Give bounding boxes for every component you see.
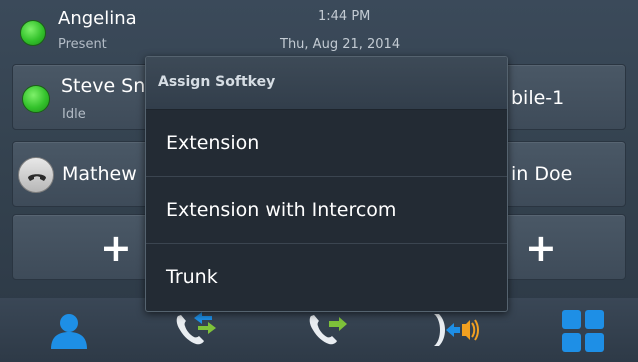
presence-available-icon	[20, 20, 46, 46]
menu-item-label: Trunk	[166, 266, 218, 288]
dialog-title-bar: Assign Softkey	[146, 57, 507, 110]
presence-available-icon	[22, 85, 50, 113]
contacts-icon[interactable]	[48, 312, 90, 354]
line-key-name: Mathew	[62, 163, 137, 185]
menu-item-label: Extension	[166, 132, 260, 154]
transfer-call-icon[interactable]	[172, 310, 220, 354]
intercom-icon[interactable]	[430, 310, 480, 354]
clock-time: 1:44 PM	[318, 9, 371, 24]
line-key-status: Idle	[62, 107, 86, 122]
forward-call-icon[interactable]	[305, 310, 349, 354]
line-key-1[interactable]: Steve Sn Idle	[12, 64, 152, 130]
menu-item-trunk[interactable]: Trunk	[146, 245, 507, 311]
user-name: Angelina	[58, 8, 137, 29]
line-key-2[interactable]: Mathew	[12, 141, 152, 207]
on-call-handset-icon	[18, 157, 54, 193]
menu-item-extension-with-intercom[interactable]: Extension with Intercom	[146, 178, 507, 244]
clock-date: Thu, Aug 21, 2014	[280, 37, 401, 52]
line-key-name: Steve Sn	[61, 75, 146, 97]
add-icon: +	[100, 226, 132, 270]
line-key-3-add[interactable]: +	[12, 214, 152, 280]
line-key-name: in Doe	[511, 163, 573, 185]
assign-softkey-dialog: Assign Softkey Extension Extension with …	[145, 56, 508, 312]
status-header: Angelina Present 1:44 PM Thu, Aug 21, 20…	[0, 0, 638, 58]
line-key-right-2[interactable]: in Doe	[496, 141, 626, 207]
menu-item-label: Extension with Intercom	[166, 199, 397, 221]
menu-item-extension[interactable]: Extension	[146, 111, 507, 177]
phone-screen: Angelina Present 1:44 PM Thu, Aug 21, 20…	[0, 0, 638, 362]
line-key-right-3-add[interactable]: +	[496, 214, 626, 280]
apps-grid-icon[interactable]	[562, 310, 604, 356]
dialog-title: Assign Softkey	[158, 74, 276, 90]
user-status: Present	[58, 37, 107, 52]
line-key-right-1[interactable]: bile-1	[496, 64, 626, 130]
line-key-name: bile-1	[511, 87, 565, 109]
add-icon: +	[525, 226, 557, 270]
